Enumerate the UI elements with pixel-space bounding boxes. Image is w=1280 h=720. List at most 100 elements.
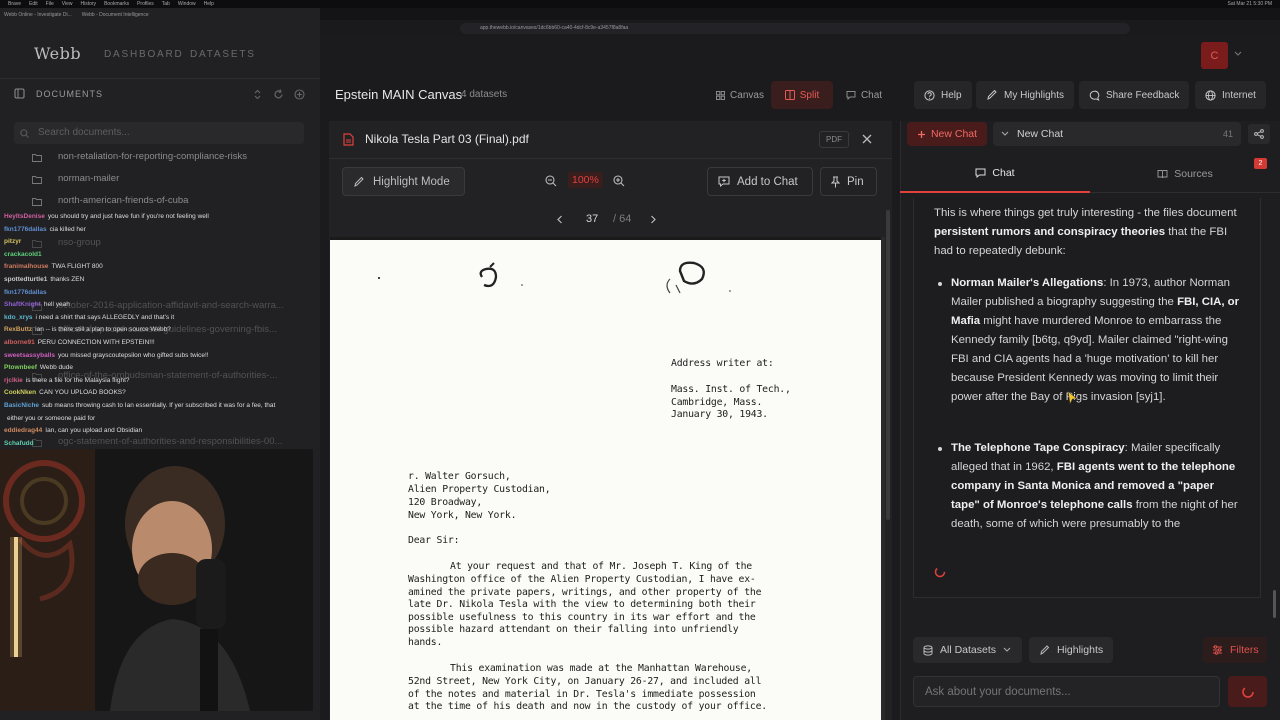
sidebar-folder-item[interactable]: north-american-friends-of-cuba: [58, 195, 188, 206]
view-chat-button[interactable]: Chat: [833, 81, 895, 109]
filters-button[interactable]: Filters: [1203, 637, 1267, 663]
sidebar-folder-item[interactable]: ogc-statement-of-authorities-and-respons…: [58, 436, 282, 447]
menu-item[interactable]: Window: [178, 1, 196, 7]
message-icon: [1089, 90, 1100, 101]
response-bullet-mailer: Norman Mailer's Allegations: In 1973, au…: [951, 277, 1240, 403]
refresh-icon[interactable]: [273, 89, 284, 100]
zoom-in-icon[interactable]: [613, 175, 625, 187]
sidebar-folder-item[interactable]: nso-group: [58, 237, 101, 248]
stream-chat-text: PERU CONNECTION WITH EPSTEIN!!!: [37, 339, 155, 346]
add-to-chat-label: Add to Chat: [737, 175, 798, 188]
menu-item[interactable]: File: [46, 1, 54, 7]
help-button[interactable]: Help: [914, 81, 972, 109]
body-line: amined the private papers, writings, and…: [408, 587, 762, 598]
share-feedback-button[interactable]: Share Feedback: [1079, 81, 1190, 109]
stream-chat-text: either you or someone paid for: [7, 414, 96, 422]
chat-scrollbar[interactable]: [1273, 590, 1276, 618]
pdf-file-icon: [343, 133, 354, 146]
internet-button[interactable]: Internet: [1195, 81, 1266, 109]
nav-datasets[interactable]: DATASETS: [190, 49, 256, 60]
view-canvas-button[interactable]: Canvas: [709, 81, 771, 109]
document-search-input[interactable]: Search documents...: [14, 122, 304, 144]
pdf-page: Address writer at: Mass. Inst. of Tech.,…: [330, 237, 885, 720]
viewer-scrollbar[interactable]: [886, 210, 890, 520]
folder-icon: [32, 176, 42, 184]
pdf-badge: PDF: [819, 131, 849, 148]
zoom-out-icon[interactable]: [545, 175, 557, 187]
sliders-icon: [1213, 645, 1222, 655]
stream-chat-text: is there a file for the Malaysia flight?: [25, 376, 130, 384]
add-circle-icon[interactable]: [294, 89, 305, 100]
menu-item[interactable]: Edit: [29, 1, 38, 7]
stream-chat-text: ian -- is there still a plan to open sou…: [35, 326, 171, 334]
menu-item[interactable]: Bookmarks: [104, 1, 129, 7]
stream-chat-message: sweetsassyballs you missed grayscoutepsil…: [4, 352, 209, 359]
share-feedback-label: Share Feedback: [1106, 89, 1180, 101]
send-button[interactable]: [1228, 676, 1267, 707]
chat-selector[interactable]: New Chat 41: [993, 122, 1241, 146]
add-to-chat-button[interactable]: Add to Chat: [707, 167, 813, 196]
chevron-down-icon[interactable]: [1234, 51, 1242, 57]
avatar[interactable]: C: [1201, 42, 1228, 69]
plus-icon: [917, 130, 925, 138]
view-split-button[interactable]: Split: [771, 81, 833, 109]
stream-chat-user: fkn1776dallas: [4, 225, 47, 233]
nav-dashboard[interactable]: DASHBOARD: [104, 49, 184, 60]
dataset-count: 4 datasets: [461, 89, 508, 100]
app-logo[interactable]: Webb: [34, 44, 81, 63]
sort-icon[interactable]: [253, 89, 262, 100]
browser-tab[interactable]: Webb Online - Investigate Di...: [4, 12, 72, 18]
pin-button[interactable]: Pin: [820, 167, 877, 196]
tab-chat[interactable]: Chat: [900, 155, 1090, 193]
chevron-left-icon[interactable]: [556, 215, 563, 224]
stream-chat-text: Ian, can you upload and Obsidian: [45, 427, 143, 435]
stream-chat-text: hell yeah: [43, 301, 70, 309]
my-highlights-button[interactable]: My Highlights: [976, 81, 1075, 109]
canvas-title: Epstein MAIN Canvas: [335, 87, 463, 102]
tab-sources[interactable]: Sources: [1090, 155, 1280, 193]
stream-chat-message: rjclkie is there a file for the Malaysia …: [4, 377, 130, 384]
split-icon: [784, 90, 795, 100]
menu-item[interactable]: Tab: [162, 1, 170, 7]
browser-tab[interactable]: Webb - Document Intelligence: [82, 12, 149, 18]
share-chat-button[interactable]: [1248, 124, 1270, 144]
stream-chat-message: alborne91 PERU CONNECTION WITH EPSTEIN!!!: [4, 339, 155, 346]
menu-item[interactable]: Profiles: [137, 1, 154, 7]
menu-item[interactable]: View: [62, 1, 73, 7]
stream-chat-message: fkn1776dallas: [4, 289, 50, 296]
stream-chat-user: fkn1776dallas: [4, 288, 47, 296]
stream-chat-text: thanks ZEN: [50, 276, 85, 283]
stream-chat-message: crackacold1: [4, 251, 45, 258]
chat-input[interactable]: [913, 676, 1220, 707]
folder-icon: [32, 198, 42, 206]
menu-item[interactable]: Help: [204, 1, 214, 7]
book-icon: [1157, 169, 1168, 178]
zoom-level[interactable]: 100%: [568, 172, 603, 188]
folder-icon: [32, 154, 42, 162]
highlight-mode-button[interactable]: Highlight Mode: [342, 167, 465, 196]
chevron-down-icon: [1001, 131, 1009, 136]
page-current[interactable]: 37: [586, 213, 598, 225]
sidebar-folder-item[interactable]: non-retaliation-for-reporting-compliance…: [58, 151, 247, 162]
page-edge: [881, 237, 885, 720]
help-label: Help: [941, 89, 962, 101]
stream-chat-message: either you or someone paid for: [4, 415, 95, 422]
menu-item[interactable]: History: [81, 1, 97, 7]
all-datasets-dropdown[interactable]: All Datasets: [913, 637, 1022, 663]
menu-item[interactable]: Brave: [8, 1, 21, 7]
stream-chat-user: crackacold1: [4, 250, 42, 258]
stream-chat-text: TWA FLIGHT 800: [51, 263, 103, 271]
highlights-filter-button[interactable]: Highlights: [1029, 637, 1113, 663]
chevron-right-icon[interactable]: [650, 215, 657, 224]
url-field[interactable]: app.thewebb.io/canvases/1dc6bb60-ca40-4d…: [460, 22, 1130, 34]
new-chat-button[interactable]: New Chat: [907, 122, 987, 146]
document-titlebar: Nikola Tesla Part 03 (Final).pdf PDF: [329, 121, 892, 159]
sidebar-folder-item[interactable]: norman-mailer: [58, 173, 119, 184]
sidebar-folder-item[interactable]: october-2016-application-affidavit-and-s…: [58, 300, 284, 311]
stream-chat-user: Schafudd: [4, 439, 34, 447]
stream-chat-message: Ptownbeef Webb dude: [4, 364, 73, 371]
chat-plus-icon: [718, 176, 730, 187]
stream-chat-user: RexButtz: [4, 326, 33, 334]
stream-chat-message: pitzyr: [4, 238, 24, 245]
close-icon[interactable]: [862, 134, 872, 144]
